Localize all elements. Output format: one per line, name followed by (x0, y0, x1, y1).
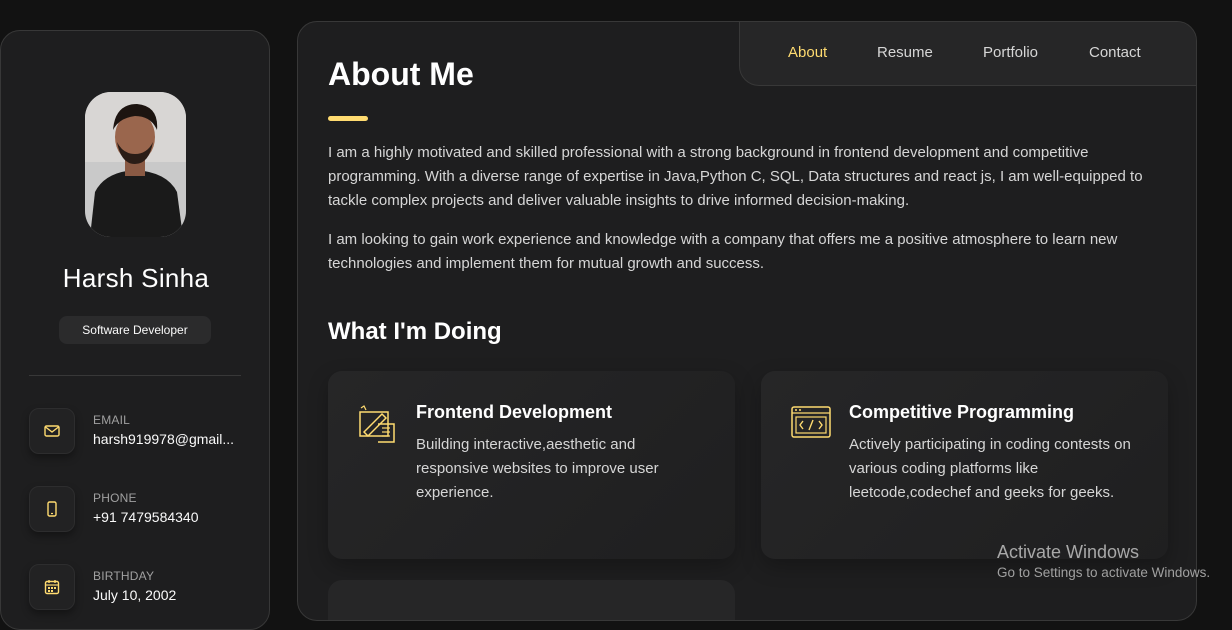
title-underline (328, 116, 368, 121)
windows-watermark: Activate Windows Go to Settings to activ… (997, 542, 1210, 580)
profile-photo (85, 92, 186, 237)
avatar (85, 92, 186, 237)
birthday-label: Birthday (93, 569, 155, 583)
contact-email: Email harsh919978@gmail... (29, 408, 259, 456)
nav-resume[interactable]: Resume (877, 44, 933, 61)
service-text: Actively participating in coding contest… (849, 436, 1131, 501)
navbar: About Resume Portfolio Contact (739, 22, 1196, 86)
service-title: Competitive Programming (849, 402, 1075, 422)
service-text: Building interactive,aesthetic and respo… (416, 436, 659, 501)
section-title: What I'm Doing (328, 318, 502, 345)
nav-portfolio[interactable]: Portfolio (983, 44, 1038, 61)
phone-label: Phone (93, 491, 137, 505)
service-card-partial (328, 580, 735, 620)
email-label: Email (93, 413, 131, 427)
phone-icon (29, 486, 75, 532)
email-value[interactable]: harsh919978@gmail... (93, 431, 253, 447)
watermark-title: Activate Windows (997, 542, 1140, 562)
phone-value[interactable]: +91 7479584340 (93, 509, 253, 525)
profile-name: Harsh Sinha (62, 263, 210, 293)
service-title: Frontend Development (416, 402, 613, 422)
page-title: About Me (328, 56, 474, 92)
contact-phone: Phone +91 7479584340 (29, 486, 259, 534)
code-window-icon (791, 404, 831, 444)
role-badge: Software Developer (59, 316, 211, 344)
service-card-competitive: Competitive Programming Actively partici… (761, 371, 1168, 559)
mail-icon (29, 408, 75, 454)
birthday-value: July 10, 2002 (93, 587, 177, 603)
watermark-subtitle: Go to Settings to activate Windows. (997, 565, 1211, 580)
nav-about[interactable]: About (788, 44, 827, 61)
about-paragraph-1: I am a highly motivated and skilled prof… (328, 144, 1143, 209)
separator (29, 375, 241, 376)
design-tools-icon (358, 404, 398, 444)
calendar-icon (29, 564, 75, 610)
sidebar: Harsh Sinha Software Developer Email har… (0, 30, 270, 630)
nav-contact[interactable]: Contact (1089, 44, 1141, 61)
service-card-frontend: Frontend Development Building interactiv… (328, 371, 735, 559)
contact-birthday: Birthday July 10, 2002 (29, 564, 259, 612)
main-panel: About Resume Portfolio Contact About Me … (297, 21, 1197, 621)
about-paragraph-2: I am looking to gain work experience and… (328, 231, 1118, 272)
